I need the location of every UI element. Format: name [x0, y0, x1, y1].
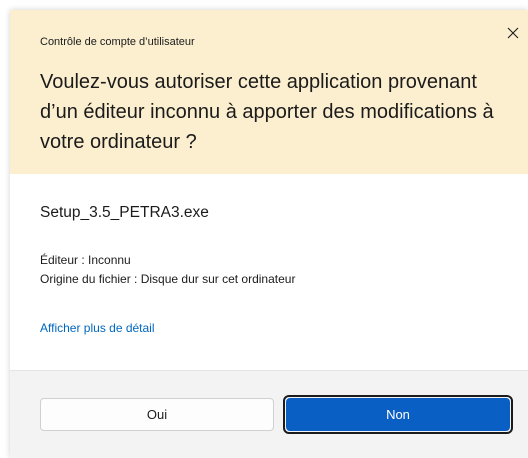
uac-dialog: Contrôle de compte d’utilisateur Voulez-… [10, 10, 528, 458]
close-icon [507, 27, 519, 39]
no-button[interactable]: Non [286, 398, 510, 431]
publisher-info: Éditeur : Inconnu [40, 253, 131, 267]
dialog-question: Voulez-vous autoriser cette application … [40, 71, 494, 153]
show-more-details-link[interactable]: Afficher plus de détail [40, 321, 155, 335]
dialog-footer: Oui Non [10, 370, 528, 458]
file-origin-info: Origine du fichier : Disque dur sur cet … [40, 272, 296, 286]
dialog-header: Contrôle de compte d’utilisateur Voulez-… [10, 10, 528, 174]
dialog-body: Setup_3.5_PETRA3.exe Éditeur : Inconnu O… [10, 174, 528, 370]
close-button[interactable] [500, 20, 526, 46]
program-filename: Setup_3.5_PETRA3.exe [40, 204, 209, 221]
yes-button[interactable]: Oui [40, 398, 274, 431]
dialog-title: Contrôle de compte d’utilisateur [40, 36, 195, 48]
